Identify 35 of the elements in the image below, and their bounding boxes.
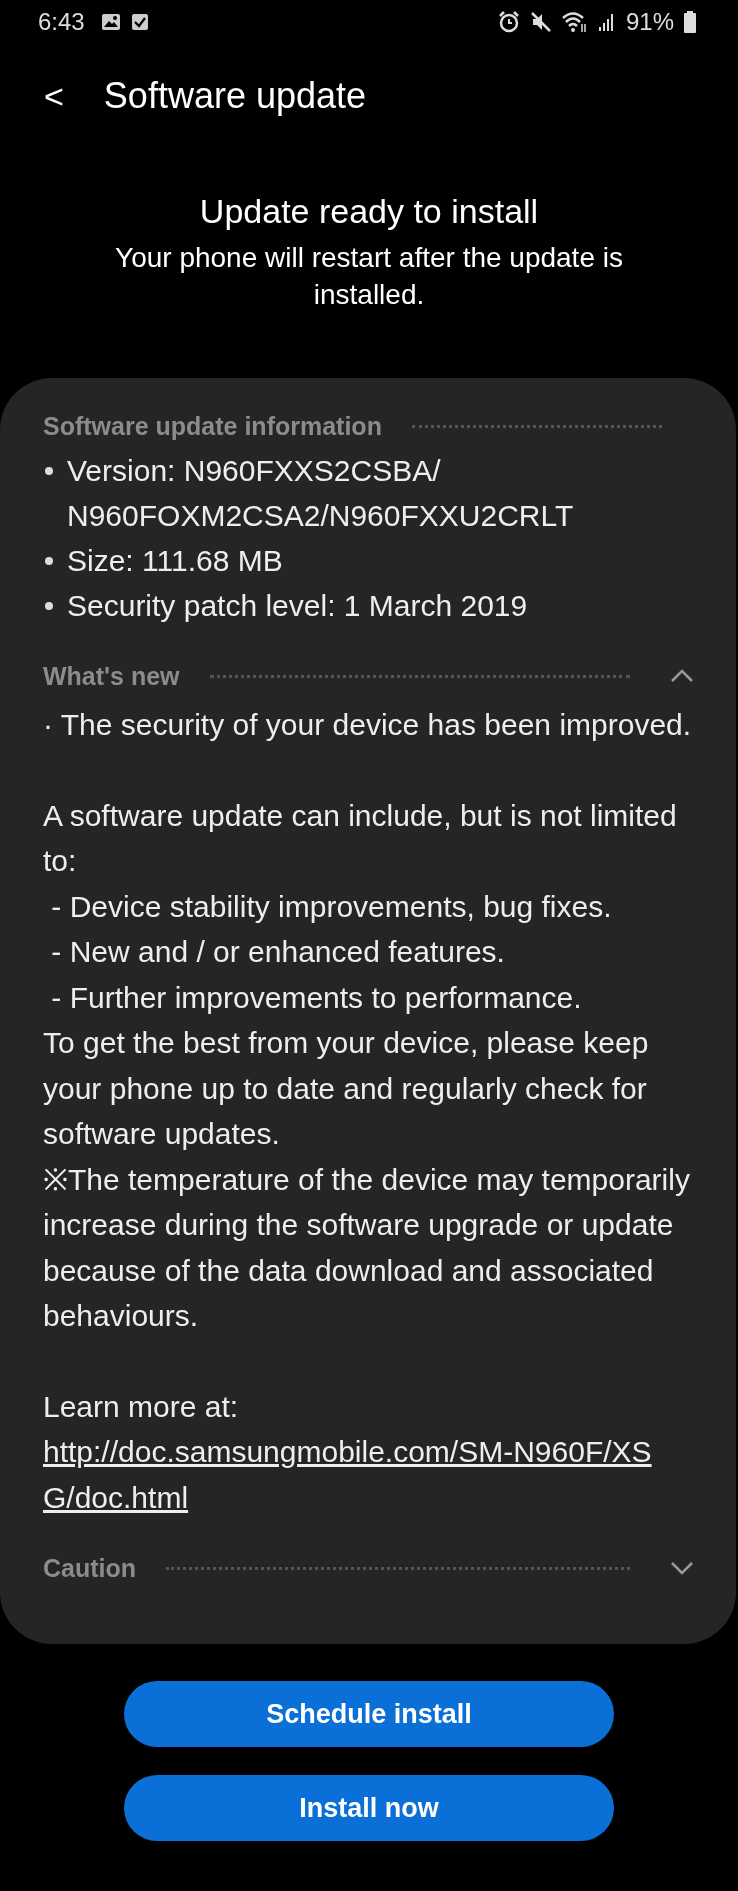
body-text: A software update can include, but is not limited to: [43, 797, 678, 879]
info-text: Version: N960FXXS2CSBA/ N960FOXM2CSA2/N960FXXU2CRLT [67, 453, 575, 534]
install-button[interactable]: Install now [124, 1775, 614, 1841]
bullet-icon [45, 602, 53, 610]
collapse-icon[interactable] [670, 669, 694, 683]
body-text: ※The temperature of the device may temporarily increase during the software upgrade or update because of the data download and associated behaviours. [43, 1161, 691, 1334]
wifi-icon [561, 11, 588, 33]
bullet-icon [45, 557, 53, 565]
mute-icon [529, 11, 552, 33]
body-text: - Further improvements to performance. [50, 979, 583, 1016]
info-text: Security patch level: 1 March 2019 [67, 588, 529, 624]
expand-icon[interactable] [670, 1561, 694, 1575]
body-text: To get the best from your device, please keep your phone up to date and regularly check for software updates. [43, 1025, 650, 1152]
info-text: Size: 111.68 MB [67, 543, 284, 579]
update-status-title: Update ready to install [198, 192, 540, 231]
battery-percent: 91% [625, 8, 674, 36]
doc-link[interactable]: http://doc.samsungmobile.com/SM-N960F/XSG/doc.html [43, 1429, 673, 1520]
image-icon [100, 13, 121, 31]
status-time: 6:43 [38, 8, 85, 36]
install-button[interactable]: Schedule install [124, 1681, 614, 1747]
section-header[interactable]: What's new [43, 661, 180, 691]
section-header: Software update information [43, 411, 382, 441]
battery-icon [684, 11, 696, 33]
bullet-icon [45, 467, 53, 475]
body-text: Learn more at: [43, 1388, 240, 1425]
update-status-subtitle: Your phone will restart after the update is installed. [114, 241, 624, 312]
page-title: Software update [103, 75, 367, 117]
section-header[interactable]: Caution [43, 1553, 137, 1583]
alarm-icon [497, 11, 520, 33]
body-text: - New and / or enhanced features. [50, 934, 506, 970]
body-text: - Device stability improvements, bug fixes. [50, 888, 613, 925]
back-button[interactable]: < [40, 76, 68, 116]
signal-icon [597, 12, 616, 32]
body-text: · The security of your device has been improved. [43, 707, 693, 743]
checkbox-icon [130, 13, 149, 31]
